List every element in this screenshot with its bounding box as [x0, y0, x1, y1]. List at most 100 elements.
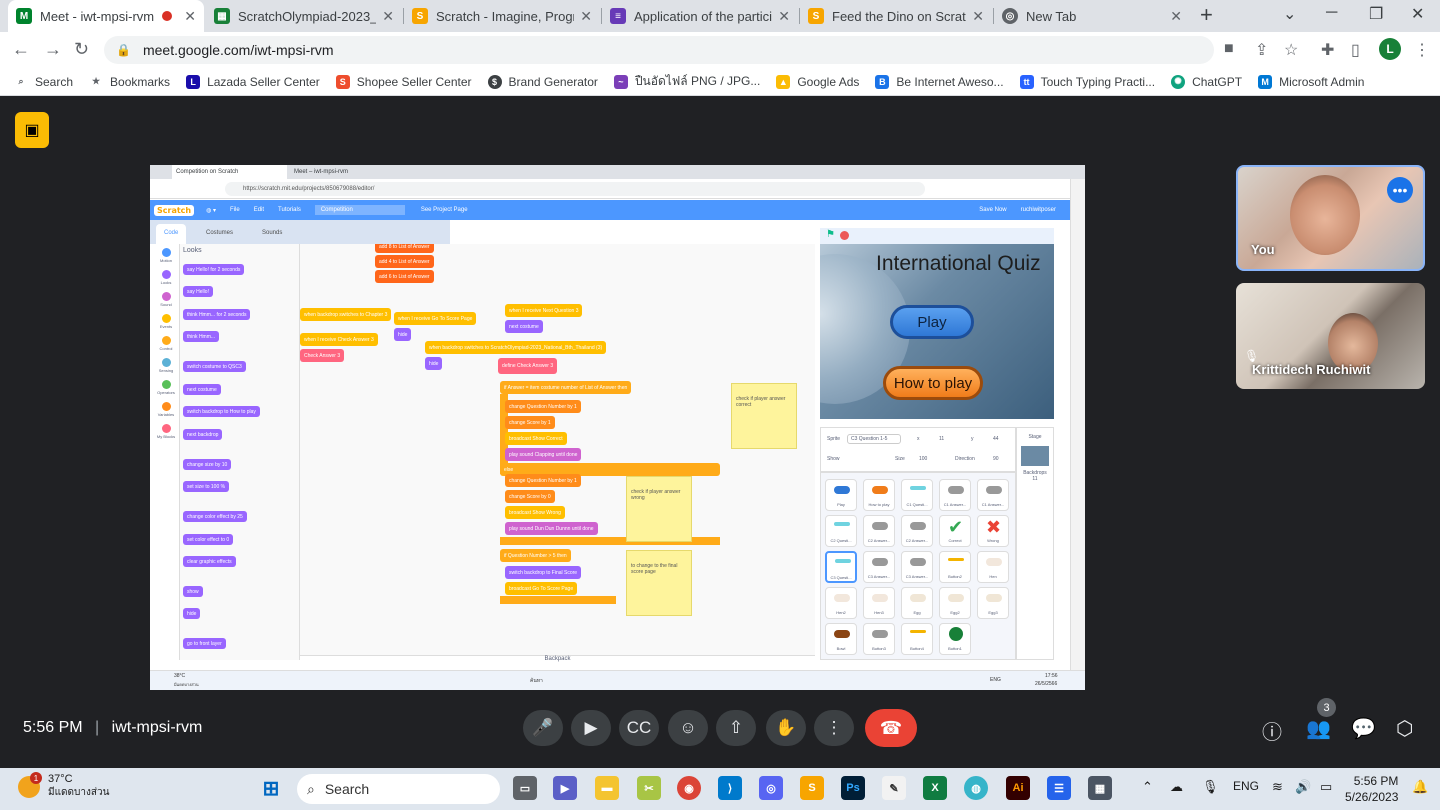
close-icon[interactable]: ✕ — [1170, 8, 1182, 25]
microphone-icon[interactable]: 🎙 — [1202, 779, 1219, 795]
forward-icon[interactable]: → — [44, 39, 62, 60]
scratch-backpack: Backpack — [300, 655, 815, 665]
tab-forms[interactable]: ≡ Application of the participa ✕ — [602, 0, 798, 32]
battery-icon[interactable]: ▭ — [1320, 779, 1332, 795]
camera-icon[interactable]: ▶ — [571, 710, 611, 746]
more-options-icon[interactable]: ⋮ — [814, 710, 854, 746]
close-icon[interactable]: ✕ — [580, 8, 592, 25]
bookmark-item[interactable]: ⌕ Search — [14, 75, 73, 89]
scratch-icon[interactable]: S — [800, 776, 824, 800]
palette-block: go to front layer — [183, 638, 226, 649]
calculator-icon[interactable]: ▦ — [1088, 776, 1112, 800]
more-options-icon[interactable]: ••• — [1387, 177, 1413, 203]
star-icon[interactable]: ☆ — [1284, 40, 1298, 60]
new-tab-icon[interactable]: + — [1200, 2, 1213, 28]
category-item: Variables — [156, 402, 176, 417]
bookmark-item[interactable]: tt Touch Typing Practi... — [1019, 74, 1155, 89]
tab-dino[interactable]: S Feed the Dino on Scratch ✕ — [800, 0, 992, 32]
excel-icon[interactable]: X — [923, 776, 947, 800]
tab-meet[interactable]: M Meet - iwt-mpsi-rvm ✕ — [8, 0, 204, 32]
raise-hand-icon[interactable]: ✋ — [766, 710, 806, 746]
browser-icon[interactable]: ◍ — [964, 776, 988, 800]
tab-scratch[interactable]: S Scratch - Imagine, Program ✕ — [404, 0, 600, 32]
vscode-icon[interactable]: ⟩ — [718, 776, 742, 800]
scratch-logo: Scratch — [154, 204, 195, 216]
bookmark-item[interactable]: L Lazada Seller Center — [186, 74, 320, 89]
chrome-icon[interactable]: ◉ — [677, 776, 701, 800]
inner-sidebar — [1070, 179, 1085, 675]
bookmark-item[interactable]: B Be Internet Aweso... — [875, 74, 1004, 89]
sprite-thumb: ✔ Correct — [939, 515, 971, 547]
task-view-icon[interactable]: ▭ — [513, 776, 537, 800]
code-block: change Question Number by 1 — [505, 400, 581, 413]
palette-block: set color effect to 0 — [183, 534, 234, 545]
bookmark-item[interactable]: S Shopee Seller Center — [335, 74, 472, 89]
stage-pane: Stage Backdrops 11 — [1016, 427, 1054, 660]
chevron-up-icon[interactable]: ⌃ — [1142, 779, 1153, 795]
participant-tile-you[interactable]: ••• You — [1236, 165, 1425, 271]
notepad-icon[interactable]: ☰ — [1047, 776, 1071, 800]
bookmark-item[interactable]: M Microsoft Admin — [1258, 74, 1364, 89]
close-icon[interactable]: ✕ — [184, 8, 196, 25]
cross-icon: ✖ — [986, 517, 1002, 537]
language-indicator[interactable]: ENG — [1233, 779, 1259, 793]
address-bar[interactable]: 🔒 meet.google.com/iwt-mpsi-rvm — [104, 36, 1214, 64]
side-panel-icon[interactable]: ▯ — [1351, 40, 1360, 60]
camera-icon[interactable]: ■ — [1224, 40, 1234, 58]
bookmark-item[interactable]: ▲ Google Ads — [776, 74, 859, 89]
file-explorer-icon[interactable]: ▬ — [595, 776, 619, 800]
emoji-icon[interactable]: ☺ — [668, 710, 708, 746]
present-screen-icon[interactable]: ⇧ — [716, 710, 756, 746]
close-icon[interactable]: ✕ — [778, 8, 790, 25]
volume-icon[interactable]: 🔊 — [1295, 779, 1311, 795]
bookmark-item[interactable]: ~ ปืนอัดไฟล์ PNG / JPG... — [613, 72, 760, 91]
tab-sheets[interactable]: ▦ ScratchOlympiad-2023_Nat ✕ — [206, 0, 402, 32]
discord-icon[interactable]: ◎ — [759, 776, 783, 800]
maximize-icon[interactable]: ❐ — [1369, 4, 1383, 24]
taskbar-search[interactable]: ⌕ Search — [297, 774, 500, 804]
tab-newtab[interactable]: ◎ New Tab ✕ — [994, 0, 1190, 32]
bookmark-item[interactable]: $ Brand Generator — [487, 74, 598, 89]
reload-icon[interactable]: ↻ — [74, 39, 89, 60]
captions-icon[interactable]: CC — [619, 710, 659, 746]
illustrator-icon[interactable]: Ai — [1006, 776, 1030, 800]
bookmark-item[interactable]: ✺ ChatGPT — [1171, 74, 1242, 89]
system-clock[interactable]: 5:56 PM 5/26/2023 — [1345, 773, 1398, 805]
sprite-thumb: C1 Answer... — [939, 479, 971, 511]
sprite-thumb: Play — [825, 479, 857, 511]
document-icon[interactable]: ✎ — [882, 776, 906, 800]
palette-block: change color effect by 25 — [183, 511, 247, 522]
menu-icon[interactable]: ⋮ — [1414, 40, 1430, 60]
back-icon[interactable]: ← — [12, 39, 30, 60]
microphone-icon[interactable]: 🎤 — [523, 710, 563, 746]
lock-icon: 🔒 — [116, 43, 131, 57]
code-block: next costume — [505, 320, 543, 333]
activities-icon[interactable]: ⬡ — [1396, 716, 1413, 741]
people-icon[interactable]: 👥 — [1306, 716, 1331, 741]
profile-avatar[interactable]: L — [1379, 38, 1401, 60]
weather-widget[interactable]: 37°C มีแดดบางส่วน — [48, 773, 109, 800]
minimize-icon[interactable]: ─ — [1326, 4, 1337, 22]
app-icon[interactable]: ✂ — [637, 776, 661, 800]
photoshop-icon[interactable]: Ps — [841, 776, 865, 800]
chat-icon[interactable]: 💬 — [1351, 716, 1376, 741]
participant-tile-krittidech[interactable]: 🎙 Krittidech Ruchiwit — [1236, 283, 1425, 389]
extensions-icon[interactable]: ✚ — [1321, 40, 1334, 60]
sprite-thumb: Egg — [901, 587, 933, 619]
hang-up-button[interactable]: ☎ — [865, 709, 917, 747]
captions-off-icon[interactable]: ▣ — [15, 112, 49, 148]
share-icon[interactable]: ⇪ — [1255, 40, 1268, 60]
cloud-icon[interactable]: ☁ — [1170, 779, 1183, 795]
teams-icon[interactable]: ▶ — [553, 776, 577, 800]
close-icon[interactable]: ✕ — [972, 8, 984, 25]
bookmark-item[interactable]: ★ Bookmarks — [89, 75, 170, 89]
notification-icon[interactable]: 🔔 — [1412, 779, 1428, 795]
window-close-icon[interactable]: ✕ — [1411, 4, 1424, 24]
chevron-down-icon[interactable]: ⌄ — [1283, 4, 1296, 24]
wifi-icon[interactable]: ≋ — [1272, 779, 1283, 795]
windows-start-icon[interactable]: ⊞ — [259, 776, 283, 800]
info-icon[interactable]: ⓘ — [1262, 716, 1282, 745]
weather-badge: 1 — [30, 772, 42, 784]
close-icon[interactable]: ✕ — [382, 8, 394, 25]
code-block: add 8 to List of Answer — [375, 244, 434, 253]
